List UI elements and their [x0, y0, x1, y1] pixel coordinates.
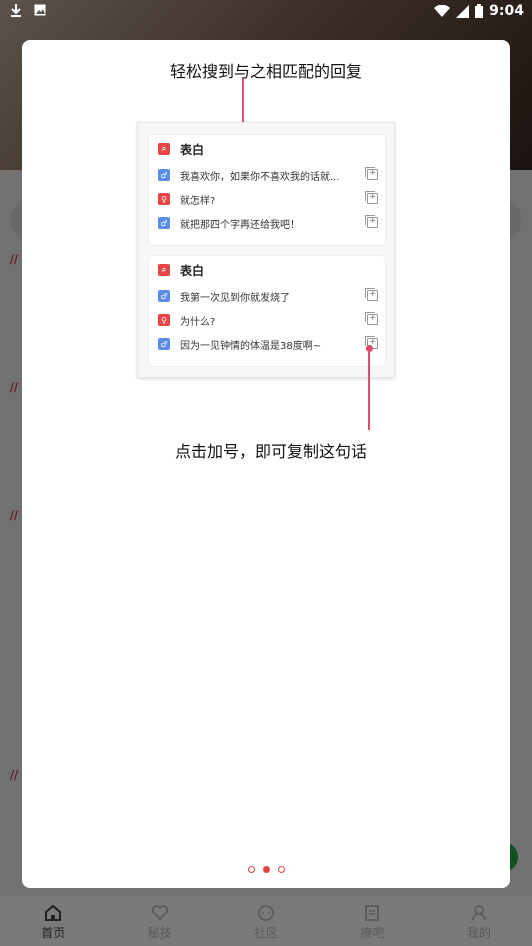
- book-icon: [365, 905, 380, 921]
- list-item: ♀ 为什么?: [149, 308, 385, 332]
- person-icon: [471, 905, 486, 921]
- male-icon: ♂: [158, 169, 170, 181]
- female-icon: ♀: [158, 314, 170, 326]
- example-card: ⌕ 表白 ♂ 我喜欢你，如果你不喜欢我的话就... ♀ 就怎样? ♂ 就把那四个…: [149, 135, 385, 245]
- search-icon: ⌕: [158, 264, 170, 276]
- status-time: 9:04: [489, 3, 524, 19]
- modal-title: 轻松搜到与之相匹配的回复: [169, 62, 362, 81]
- card-title: 表白: [180, 263, 205, 278]
- card-title: 表白: [180, 142, 205, 157]
- male-icon: ♂: [158, 217, 170, 229]
- download-icon: [10, 3, 22, 17]
- battery-icon: [475, 4, 484, 18]
- chat-icon: [258, 905, 274, 921]
- guide-modal: 轻松搜到与之相匹配的回复 ⌕ 表白 ♂ 我喜欢你，如果你不喜欢我的话就... ♀…: [22, 40, 510, 888]
- image-notification-icon: [34, 4, 46, 16]
- card-header: ⌕ 表白: [149, 135, 385, 163]
- copy-add-icon[interactable]: [365, 312, 378, 325]
- list-item: ♂ 因为一见钟情的体温是38度啊~: [149, 332, 385, 356]
- pager-dots: [22, 866, 510, 873]
- copy-add-icon[interactable]: [365, 167, 378, 180]
- copy-hint-text: 点击加号，即可复制这句话: [174, 442, 367, 461]
- list-item: ♀ 就怎样?: [149, 187, 385, 211]
- female-icon: ♀: [158, 193, 170, 205]
- tab-tips[interactable]: 秘技: [106, 896, 212, 946]
- list-item: ♂ 就把那四个字再还给我吧！: [149, 211, 385, 235]
- search-icon: ⌕: [158, 143, 170, 155]
- example-card: ⌕ 表白 ♂ 我第一次见到你就发烧了 ♀ 为什么? ♂ 因为一见钟情的体温是38…: [149, 256, 385, 366]
- male-icon: ♂: [158, 338, 170, 350]
- tab-home[interactable]: 首页: [0, 896, 106, 946]
- pager-dot[interactable]: [247, 866, 255, 873]
- tab-label: 撩吧: [360, 926, 385, 940]
- tab-profile[interactable]: 我的: [426, 896, 532, 946]
- copy-add-icon[interactable]: [365, 288, 378, 301]
- list-item: ♂ 我第一次见到你就发烧了: [149, 284, 385, 308]
- tab-label: 秘技: [147, 926, 172, 940]
- home-icon: [45, 904, 62, 921]
- card-header: ⌕ 表白: [149, 256, 385, 284]
- tab-label: 首页: [41, 926, 66, 940]
- pager-dot[interactable]: [277, 866, 285, 873]
- heart-icon: [151, 905, 169, 921]
- status-bar: 9:04: [0, 0, 532, 24]
- reply-text: 就怎样?: [180, 195, 216, 207]
- reply-text: 就把那四个字再还给我吧！: [180, 219, 300, 231]
- tab-flirt-bar[interactable]: 撩吧: [319, 896, 425, 946]
- reply-text: 因为一见钟情的体温是38度啊~: [180, 340, 322, 352]
- pager-dot-active[interactable]: [262, 866, 270, 873]
- tab-label: 社区: [254, 926, 279, 940]
- male-icon: ♂: [158, 290, 170, 302]
- example-panel: ⌕ 表白 ♂ 我喜欢你，如果你不喜欢我的话就... ♀ 就怎样? ♂ 就把那四个…: [137, 122, 395, 378]
- tab-community[interactable]: 社区: [213, 896, 319, 946]
- pointer-line-bottom: [368, 348, 370, 430]
- tab-label: 我的: [466, 926, 491, 940]
- copy-add-icon[interactable]: [365, 191, 378, 204]
- copy-add-icon[interactable]: [365, 215, 378, 228]
- wifi-icon: [434, 4, 451, 18]
- reply-text: 为什么?: [180, 316, 216, 328]
- reply-text: 我喜欢你，如果你不喜欢我的话就...: [180, 171, 340, 183]
- bottom-tab-bar: 首页 秘技 社区 撩吧 我的: [0, 896, 532, 946]
- signal-icon: [456, 4, 470, 18]
- list-item: ♂ 我喜欢你，如果你不喜欢我的话就...: [149, 163, 385, 187]
- reply-text: 我第一次见到你就发烧了: [180, 292, 290, 304]
